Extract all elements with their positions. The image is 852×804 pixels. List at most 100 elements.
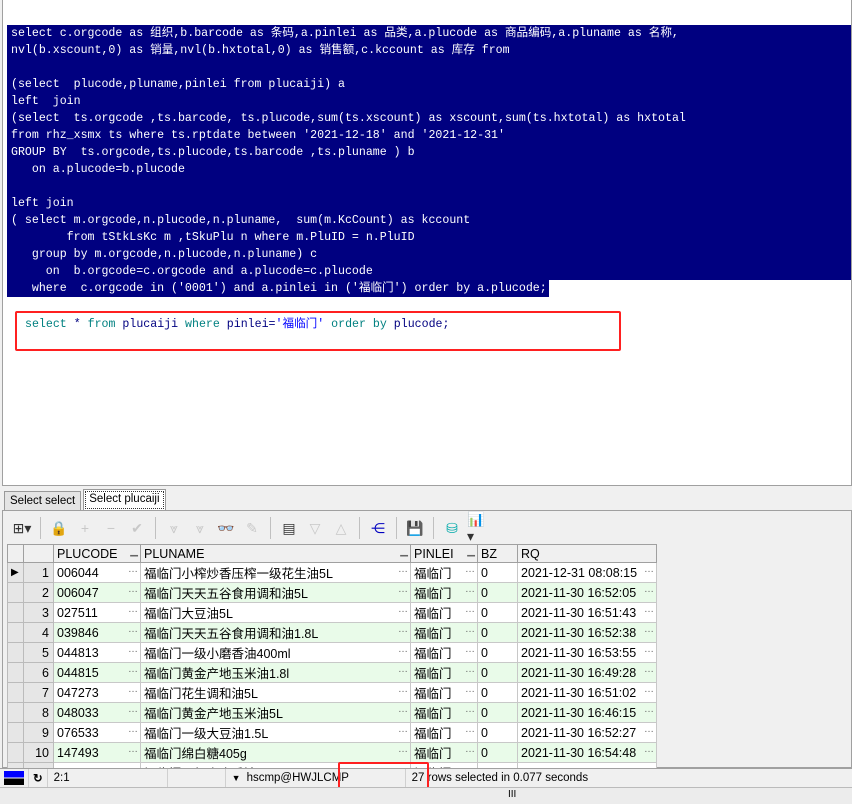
export-icon[interactable]: ⛁ (441, 517, 463, 539)
cell-ellipsis-button[interactable]: … (398, 704, 408, 715)
table-row[interactable]: 5 044813 … 福临门一级小磨香油400ml … 福临门 … 0 2021-11-30 1… (7, 642, 657, 663)
cell-rq[interactable]: 2021-11-30 16:52:27… (517, 722, 657, 743)
cell-pinlei[interactable]: 福临门… (410, 702, 478, 723)
cell-plucode[interactable]: 076533… (53, 722, 141, 743)
cell-plucode[interactable]: 006044… (53, 562, 141, 583)
cell-rq[interactable]: 2021-11-30 16:52:05… (517, 582, 657, 603)
sql-line[interactable]: GROUP BY ts.orgcode,ts.plucode,ts.barcod… (7, 144, 851, 161)
cell-rq[interactable]: 2021-11-30 16:53:55… (517, 642, 657, 663)
cell-ellipsis-button[interactable]: … (398, 564, 408, 575)
resize-grip[interactable]: III (508, 789, 516, 800)
cell-ellipsis-button[interactable]: … (644, 724, 654, 735)
cell-pluname[interactable]: 福临门绵白糖405g… (140, 742, 411, 763)
cell-ellipsis-button[interactable]: … (398, 584, 408, 595)
sql-line[interactable]: left join (7, 195, 851, 212)
cell-ellipsis-button[interactable]: … (465, 584, 475, 595)
sql-line[interactable]: left join (7, 93, 851, 110)
cell-ellipsis-button[interactable]: … (398, 624, 408, 635)
cell-ellipsis-button[interactable]: … (465, 724, 475, 735)
cell-ellipsis-button[interactable]: … (398, 744, 408, 755)
table-row[interactable]: 4 039846 … 福临门天天五谷食用调和油1.8L … 福临门 … 0 2021-11-30… (7, 622, 657, 643)
fetch-next-icon[interactable]: ⩔ (163, 517, 185, 539)
cell-ellipsis-button[interactable]: … (644, 624, 654, 635)
cell-bz[interactable]: 0 (477, 622, 518, 643)
table-row[interactable]: 3 027511 … 福临门大豆油5L … 福临门 … 0 2021-11-30 16:51:4… (7, 602, 657, 623)
cell-pluname[interactable]: 福临门天天五谷食用调和油5L… (140, 582, 411, 603)
cell-ellipsis-button[interactable]: … (465, 644, 475, 655)
cell-rq[interactable]: 2021-11-30 16:51:43… (517, 602, 657, 623)
post-check-icon[interactable]: ✔ (126, 517, 148, 539)
clear-icon[interactable]: ✎ (241, 517, 263, 539)
header-button[interactable]: ▁ (400, 546, 408, 557)
sql-line[interactable]: (select ts.orgcode ,ts.barcode, ts.pluco… (7, 110, 851, 127)
query-line[interactable]: select * from plucaiji where pinlei='福临门… (17, 313, 619, 333)
lock-icon[interactable]: 🔒 (48, 517, 70, 539)
cell-plucode[interactable]: 027511… (53, 602, 141, 623)
sql-line[interactable]: on b.orgcode=c.orgcode and a.plucode=c.p… (7, 263, 851, 280)
cell-bz[interactable]: 0 (477, 582, 518, 603)
table-row[interactable]: 6 044815 … 福临门黄金产地玉米油1.8l … 福临门 … 0 2021-11-30 1… (7, 662, 657, 683)
cell-ellipsis-button[interactable]: … (465, 664, 475, 675)
cell-ellipsis-button[interactable]: … (128, 724, 138, 735)
cell-ellipsis-button[interactable]: … (128, 684, 138, 695)
cell-ellipsis-button[interactable]: … (465, 564, 475, 575)
cell-pluname[interactable]: 福临门大豆油5L… (140, 602, 411, 623)
cell-ellipsis-button[interactable]: … (644, 684, 654, 695)
cell-ellipsis-button[interactable]: … (128, 644, 138, 655)
cell-ellipsis-button[interactable]: … (644, 704, 654, 715)
cell-ellipsis-button[interactable]: … (128, 604, 138, 615)
cell-pluname[interactable]: 福临门天天五谷食用调和油1.8L… (140, 622, 411, 643)
column-header-pluname[interactable]: PLUNAME ▁ (140, 544, 411, 563)
cell-ellipsis-button[interactable]: … (398, 664, 408, 675)
cell-pinlei[interactable]: 福临门… (410, 582, 478, 603)
cell-ellipsis-button[interactable]: … (128, 584, 138, 595)
sql-line[interactable]: (select plucode,pluname,pinlei from pluc… (7, 76, 851, 93)
result-grid[interactable]: PLUCODE ▁ PLUNAME ▁ PINLEI ▁ BZ RQ ▶ 1 006044… (7, 544, 659, 783)
cell-bz[interactable]: 0 (477, 562, 518, 583)
cell-rq[interactable]: 2021-12-31 08:08:15… (517, 562, 657, 583)
sql-line[interactable]: on a.plucode=b.plucode (7, 161, 851, 178)
column-header-pinlei[interactable]: PINLEI ▁ (410, 544, 478, 563)
delete-record-icon[interactable]: − (100, 517, 122, 539)
header-button[interactable]: ▁ (467, 546, 475, 557)
tree-icon[interactable]: ⋲ (367, 517, 389, 539)
sql-line[interactable]: where c.orgcode in ('0001') and a.pinlei… (7, 280, 549, 297)
cell-pluname[interactable]: 福临门黄金产地玉米油1.8l… (140, 662, 411, 683)
cell-ellipsis-button[interactable]: … (128, 744, 138, 755)
sql-line[interactable] (7, 59, 851, 76)
cell-pinlei[interactable]: 福临门… (410, 682, 478, 703)
cell-pinlei[interactable]: 福临门… (410, 562, 478, 583)
sql-line[interactable]: nvl(b.xscount,0) as 销量,nvl(b.hxtotal,0) … (7, 42, 851, 59)
cell-plucode[interactable]: 147493… (53, 742, 141, 763)
column-header-rq[interactable]: RQ (517, 544, 657, 563)
cell-ellipsis-button[interactable]: … (644, 564, 654, 575)
cell-bz[interactable]: 0 (477, 742, 518, 763)
header-button[interactable]: ▁ (130, 546, 138, 557)
tab-select-select[interactable]: Select select (4, 491, 82, 511)
cell-plucode[interactable]: 044813… (53, 642, 141, 663)
cell-ellipsis-button[interactable]: … (398, 604, 408, 615)
sql-line[interactable]: ( select m.orgcode,n.plucode,n.pluname, … (7, 212, 851, 229)
cell-pinlei[interactable]: 福临门… (410, 742, 478, 763)
cell-rq[interactable]: 2021-11-30 16:51:02… (517, 682, 657, 703)
sort-desc-icon[interactable]: ▽ (304, 517, 326, 539)
single-record-icon[interactable]: ▤ (278, 517, 300, 539)
cell-ellipsis-button[interactable]: … (465, 744, 475, 755)
cell-ellipsis-button[interactable]: … (128, 704, 138, 715)
cell-plucode[interactable]: 006047… (53, 582, 141, 603)
cell-bz[interactable]: 0 (477, 702, 518, 723)
chart-icon[interactable]: 📊▾ (467, 511, 489, 544)
find-binoculars-icon[interactable]: 👓 (215, 517, 237, 539)
sql-line[interactable] (7, 178, 851, 195)
table-row[interactable]: 9 076533 … 福临门一级大豆油1.5L … 福临门 … 0 2021-11-30 16:… (7, 722, 657, 743)
cell-pluname[interactable]: 福临门一级大豆油1.5L… (140, 722, 411, 743)
cell-bz[interactable]: 0 (477, 602, 518, 623)
table-row[interactable]: 10 147493 … 福临门绵白糖405g … 福临门 … 0 2021-11-30 16:5… (7, 742, 657, 763)
cell-pluname[interactable]: 福临门花生调和油5L… (140, 682, 411, 703)
cell-ellipsis-button[interactable]: … (644, 664, 654, 675)
table-row[interactable]: 7 047273 … 福临门花生调和油5L … 福临门 … 0 2021-11-30 16:51… (7, 682, 657, 703)
tab-select-plucaiji[interactable]: Select plucaiji (83, 489, 166, 511)
sort-asc-icon[interactable]: △ (330, 517, 352, 539)
cell-plucode[interactable]: 047273… (53, 682, 141, 703)
sql-line[interactable]: from rhz_xsmx ts where ts.rptdate betwee… (7, 127, 851, 144)
